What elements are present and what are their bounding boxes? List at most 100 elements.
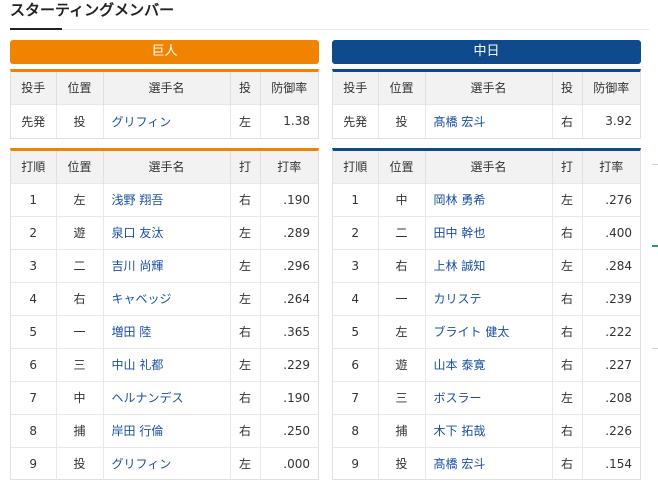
hand-cell: 右 [552, 103, 583, 138]
batting-average-cell: .154 [582, 446, 640, 480]
column-header: 位置 [56, 151, 104, 183]
batting-average-cell: .284 [582, 248, 640, 282]
dragons-lineup-table: 打順 位置 選手名 打 打率 1 中岡林 勇希左 .276 2 二田中 幹也右 .400 3… [332, 148, 641, 480]
table-row: 先発 投 グリフィン 左 1.38 [11, 103, 318, 138]
bat-hand-cell: 右 [552, 281, 583, 315]
position-cell: 三 [56, 347, 104, 381]
player-link[interactable]: キャベッジ [103, 281, 231, 315]
table-row: 5 一増田 陸右 .365 [11, 314, 318, 348]
position-cell: 二 [378, 215, 426, 249]
position-cell: 左 [378, 314, 426, 348]
column-header: 選手名 [103, 151, 231, 183]
position-cell: 三 [378, 380, 426, 414]
player-link[interactable]: 髙橋 宏斗 [425, 103, 553, 138]
position-cell: 遊 [378, 347, 426, 381]
table-header-row: 投手 位置 選手名 投 防御率 [333, 72, 640, 104]
column-header: 打率 [582, 151, 640, 183]
position-cell: 投 [378, 103, 426, 138]
order-cell: 1 [11, 182, 57, 216]
player-link[interactable]: ボスラー [425, 380, 553, 414]
bat-hand-cell: 右 [552, 215, 583, 249]
player-link[interactable]: グリフィン [103, 446, 231, 480]
table-row: 先発 投 髙橋 宏斗 右 3.92 [333, 103, 640, 138]
column-header: 位置 [56, 72, 104, 104]
bat-hand-cell: 左 [230, 281, 261, 315]
order-cell: 8 [333, 413, 379, 447]
table-row: 8 捕岸田 行倫右 .250 [11, 413, 318, 447]
order-cell: 6 [333, 347, 379, 381]
position-cell: 投 [378, 446, 426, 480]
order-cell: 7 [333, 380, 379, 414]
player-link[interactable]: グリフィン [103, 103, 231, 138]
era-cell: 3.92 [582, 103, 640, 138]
position-cell: 中 [378, 182, 426, 216]
player-link[interactable]: 岡林 勇希 [425, 182, 553, 216]
table-header-row: 打順 位置 選手名 打 打率 [333, 151, 640, 183]
table-row: 7 三ボスラー左 .208 [333, 380, 640, 414]
batting-average-cell: .190 [260, 380, 318, 414]
bat-hand-cell: 左 [230, 347, 261, 381]
batting-average-cell: .226 [582, 413, 640, 447]
position-cell: 左 [56, 182, 104, 216]
player-link[interactable]: 増田 陸 [103, 314, 231, 348]
player-link[interactable]: 浅野 翔吾 [103, 182, 231, 216]
bat-hand-cell: 右 [552, 347, 583, 381]
column-header: 打率 [260, 151, 318, 183]
bat-hand-cell: 左 [230, 446, 261, 480]
table-row: 9 投グリフィン左 .000 [11, 446, 318, 480]
edge-divider [652, 164, 658, 165]
column-header: 選手名 [103, 72, 231, 104]
batting-average-cell: .229 [260, 347, 318, 381]
player-link[interactable]: 木下 拓哉 [425, 413, 553, 447]
giants-pitcher-table: 投手 位置 選手名 投 防御率 先発 投 グリフィン 左 1.38 [10, 69, 319, 139]
order-cell: 5 [11, 314, 57, 348]
column-header: 位置 [378, 72, 426, 104]
table-row: 6 遊山本 泰寛右 .227 [333, 347, 640, 381]
edge-divider [652, 348, 658, 349]
table-row: 3 右上林 誠知左 .284 [333, 248, 640, 282]
batting-average-cell: .365 [260, 314, 318, 348]
player-link[interactable]: 中山 礼都 [103, 347, 231, 381]
player-link[interactable]: 山本 泰寛 [425, 347, 553, 381]
bat-hand-cell: 左 [230, 248, 261, 282]
column-header: 投 [230, 72, 261, 104]
bat-hand-cell: 右 [552, 446, 583, 480]
player-link[interactable]: 田中 幹也 [425, 215, 553, 249]
player-link[interactable]: ブライト 健太 [425, 314, 553, 348]
batting-average-cell: .250 [260, 413, 318, 447]
player-link[interactable]: 泉口 友汰 [103, 215, 231, 249]
player-link[interactable]: 吉川 尚輝 [103, 248, 231, 282]
table-row: 5 左ブライト 健太右 .222 [333, 314, 640, 348]
position-cell: 一 [378, 281, 426, 315]
team-bar-giants: 巨人 [10, 40, 319, 64]
section-heading: スターティングメンバー [10, 1, 175, 19]
player-link[interactable]: 岸田 行倫 [103, 413, 231, 447]
player-link[interactable]: 上林 誠知 [425, 248, 553, 282]
player-link[interactable]: カリステ [425, 281, 553, 315]
role-cell: 先発 [333, 103, 379, 138]
table-row: 8 捕木下 拓哉右 .226 [333, 413, 640, 447]
table-row: 7 中ヘルナンデス右 .190 [11, 380, 318, 414]
bat-hand-cell: 右 [552, 413, 583, 447]
table-row: 9 投髙橋 宏斗右 .154 [333, 446, 640, 480]
edge-accent [652, 245, 658, 247]
order-cell: 3 [333, 248, 379, 282]
position-cell: 捕 [378, 413, 426, 447]
bat-hand-cell: 右 [230, 413, 261, 447]
order-cell: 2 [333, 215, 379, 249]
position-cell: 捕 [56, 413, 104, 447]
bat-hand-cell: 左 [552, 248, 583, 282]
batting-average-cell: .400 [582, 215, 640, 249]
order-cell: 9 [11, 446, 57, 480]
player-link[interactable]: 髙橋 宏斗 [425, 446, 553, 480]
batting-average-cell: .289 [260, 215, 318, 249]
team-bar-dragons: 中日 [332, 40, 641, 64]
column-header: 打順 [11, 151, 57, 183]
player-link[interactable]: ヘルナンデス [103, 380, 231, 414]
order-cell: 9 [333, 446, 379, 480]
table-header-row: 打順 位置 選手名 打 打率 [11, 151, 318, 183]
dragons-pitcher-table: 投手 位置 選手名 投 防御率 先発 投 髙橋 宏斗 右 3.92 [332, 69, 641, 139]
order-cell: 2 [11, 215, 57, 249]
batting-average-cell: .000 [260, 446, 318, 480]
column-header: 打 [552, 151, 583, 183]
